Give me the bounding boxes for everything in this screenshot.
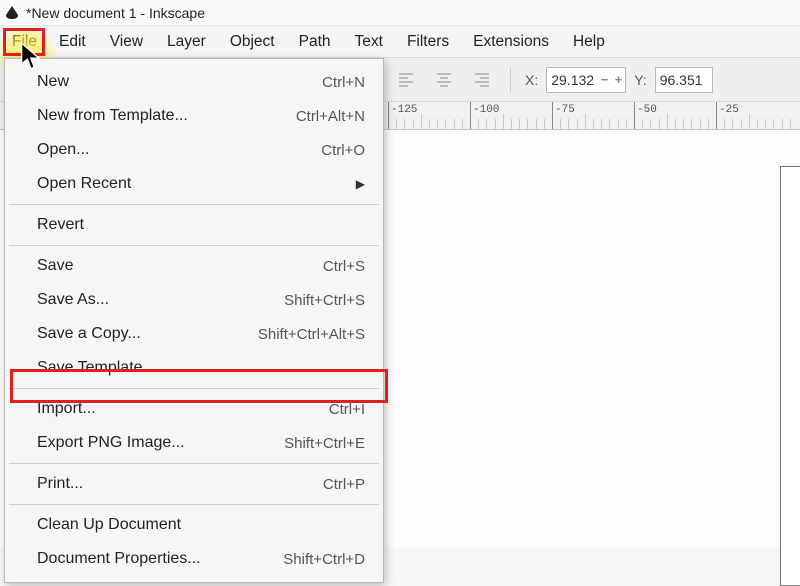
menu-item-label: New from Template...	[37, 107, 188, 125]
menu-item-label: Document Properties...	[37, 550, 201, 568]
y-coord-input[interactable]: 96.351	[655, 67, 713, 93]
menu-help[interactable]: Help	[561, 27, 617, 57]
ruler-tick: -100	[470, 102, 552, 129]
window-title: *New document 1 - Inkscape	[26, 5, 205, 21]
menu-item-label: Revert	[37, 216, 84, 234]
menu-item-label: Import...	[37, 400, 96, 418]
menu-item-shortcut: Ctrl+S	[323, 258, 365, 275]
document-page	[780, 166, 800, 586]
menu-item-shortcut: Shift+Ctrl+Alt+S	[258, 326, 365, 343]
menu-item-label: Clean Up Document	[37, 516, 181, 534]
menu-item-shortcut: Shift+Ctrl+S	[284, 292, 365, 309]
menu-item-label: Save As...	[37, 291, 109, 309]
menu-item-shortcut: Ctrl+N	[322, 74, 365, 91]
menu-edit[interactable]: Edit	[47, 27, 98, 57]
inkscape-logo-icon	[4, 5, 20, 21]
menu-extensions[interactable]: Extensions	[461, 27, 561, 57]
separator	[510, 68, 511, 92]
menu-item-label: Save a Copy...	[37, 325, 141, 343]
menu-doc-props[interactable]: Document Properties... Shift+Ctrl+D	[5, 542, 383, 576]
menu-item-shortcut: Shift+Ctrl+E	[284, 435, 365, 452]
ruler-tick: -125	[388, 102, 470, 129]
align-right-icon[interactable]	[470, 68, 494, 92]
menu-separator	[9, 204, 379, 205]
menu-item-shortcut: Shift+Ctrl+D	[283, 551, 365, 568]
align-left-icon[interactable]	[394, 68, 418, 92]
ruler-tick: -25	[716, 102, 798, 129]
menu-separator	[9, 504, 379, 505]
menu-save-copy[interactable]: Save a Copy... Shift+Ctrl+Alt+S	[5, 317, 383, 351]
menu-cleanup[interactable]: Clean Up Document	[5, 508, 383, 542]
menu-separator	[9, 463, 379, 464]
menu-item-shortcut: Ctrl+I	[329, 401, 365, 418]
menu-separator	[9, 388, 379, 389]
file-menu-dropdown: New Ctrl+N New from Template... Ctrl+Alt+N O…	[4, 58, 384, 583]
menu-item-label: Open...	[37, 141, 89, 159]
chevron-right-icon: ▶	[356, 177, 365, 191]
y-label: Y:	[634, 72, 646, 88]
menu-item-label: New	[37, 73, 69, 91]
menu-revert[interactable]: Revert	[5, 208, 383, 242]
x-coord-input[interactable]: 29.132 − +	[546, 67, 626, 93]
menu-bar: FileEditViewLayerObjectPathTextFiltersEx…	[0, 26, 800, 58]
menu-print[interactable]: Print... Ctrl+P	[5, 467, 383, 501]
menu-file[interactable]: File	[4, 27, 47, 57]
menu-item-label: Print...	[37, 475, 83, 493]
menu-save-template[interactable]: Save Template...	[5, 351, 383, 385]
menu-save-as[interactable]: Save As... Shift+Ctrl+S	[5, 283, 383, 317]
menu-layer[interactable]: Layer	[155, 27, 218, 57]
menu-save[interactable]: Save Ctrl+S	[5, 249, 383, 283]
menu-text[interactable]: Text	[343, 27, 395, 57]
menu-new-template[interactable]: New from Template... Ctrl+Alt+N	[5, 99, 383, 133]
y-coord-value: 96.351	[660, 72, 703, 88]
menu-view[interactable]: View	[98, 27, 155, 57]
menu-open-recent[interactable]: Open Recent ▶	[5, 167, 383, 201]
x-dec-button[interactable]: −	[598, 72, 611, 87]
menu-path[interactable]: Path	[287, 27, 343, 57]
menu-separator	[9, 245, 379, 246]
menu-filters[interactable]: Filters	[395, 27, 461, 57]
menu-item-label: Export PNG Image...	[37, 434, 185, 452]
menu-export-png[interactable]: Export PNG Image... Shift+Ctrl+E	[5, 426, 383, 460]
align-center-icon[interactable]	[432, 68, 456, 92]
ruler-tick: -75	[552, 102, 634, 129]
menu-object[interactable]: Object	[218, 27, 287, 57]
menu-open[interactable]: Open... Ctrl+O	[5, 133, 383, 167]
menu-new[interactable]: New Ctrl+N	[5, 65, 383, 99]
menu-item-label: Open Recent	[37, 175, 131, 193]
x-spin: − +	[598, 72, 625, 87]
ruler-tick: -50	[634, 102, 716, 129]
x-label: X:	[525, 72, 538, 88]
menu-import[interactable]: Import... Ctrl+I	[5, 392, 383, 426]
x-inc-button[interactable]: +	[612, 72, 625, 87]
menu-item-label: Save	[37, 257, 73, 275]
menu-item-shortcut: Ctrl+O	[321, 142, 365, 159]
menu-item-shortcut: Ctrl+Alt+N	[296, 108, 365, 125]
x-coord-value: 29.132	[551, 72, 594, 88]
title-bar: *New document 1 - Inkscape	[0, 0, 800, 26]
menu-item-label: Save Template...	[37, 359, 156, 377]
menu-item-shortcut: Ctrl+P	[323, 476, 365, 493]
